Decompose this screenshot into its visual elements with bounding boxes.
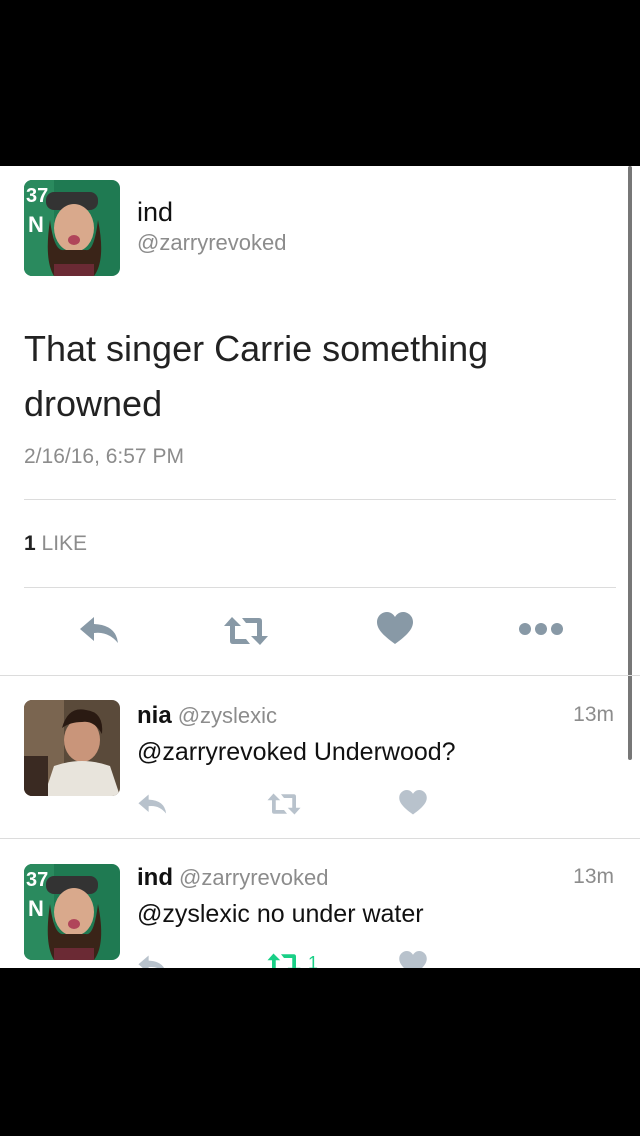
divider: [24, 587, 616, 588]
author-name[interactable]: ind: [137, 197, 173, 228]
more-icon[interactable]: [518, 622, 564, 636]
reply-icon[interactable]: [137, 952, 169, 968]
reply-author-handle: @zarryrevoked: [179, 865, 329, 890]
retweet-icon[interactable]: [222, 615, 270, 647]
reply-author[interactable]: nia @zyslexic: [137, 702, 277, 730]
likes-count: 1: [24, 532, 36, 555]
scrollbar[interactable]: [628, 166, 632, 760]
divider: [0, 675, 640, 676]
reply-author-name: nia: [137, 702, 172, 729]
reply-author[interactable]: ind @zarryrevoked: [137, 864, 329, 892]
likes-label: LIKE: [41, 532, 88, 555]
avatar[interactable]: 37 N: [24, 180, 120, 276]
reply-icon[interactable]: [137, 791, 169, 817]
svg-text:N: N: [28, 212, 44, 237]
reply-author-handle: @zyslexic: [177, 703, 278, 728]
reply-time: 13m: [573, 865, 614, 888]
reply-text: @zarryrevoked Underwood?: [137, 738, 456, 766]
retweet-icon[interactable]: [266, 952, 302, 968]
reply-avatar[interactable]: [24, 700, 120, 796]
divider: [24, 499, 616, 500]
svg-text:N: N: [28, 896, 44, 921]
retweet-count: 1: [308, 953, 319, 968]
reply-time: 13m: [573, 703, 614, 726]
reply-icon[interactable]: [78, 613, 122, 647]
reply-text: @zyslexic no under water: [137, 900, 424, 928]
reply-avatar[interactable]: 37 N: [24, 864, 120, 960]
tweet-text: That singer Carrie something drowned: [24, 328, 489, 424]
svg-text:37: 37: [26, 185, 48, 207]
heart-icon[interactable]: [399, 790, 427, 816]
author-handle[interactable]: @zarryrevoked: [137, 230, 287, 256]
retweet-icon[interactable]: [266, 792, 302, 816]
heart-icon[interactable]: [399, 951, 427, 968]
reply-author-name: ind: [137, 864, 173, 891]
tweet-detail-screen: 37 N ind @zarryrevoked That singer Carri…: [0, 166, 640, 968]
likes-count-link[interactable]: 1 LIKE: [24, 532, 87, 556]
svg-text:37: 37: [26, 869, 48, 891]
heart-icon[interactable]: [377, 612, 413, 646]
divider: [0, 838, 640, 839]
tweet-timestamp: 2/16/16, 6:57 PM: [24, 445, 184, 468]
